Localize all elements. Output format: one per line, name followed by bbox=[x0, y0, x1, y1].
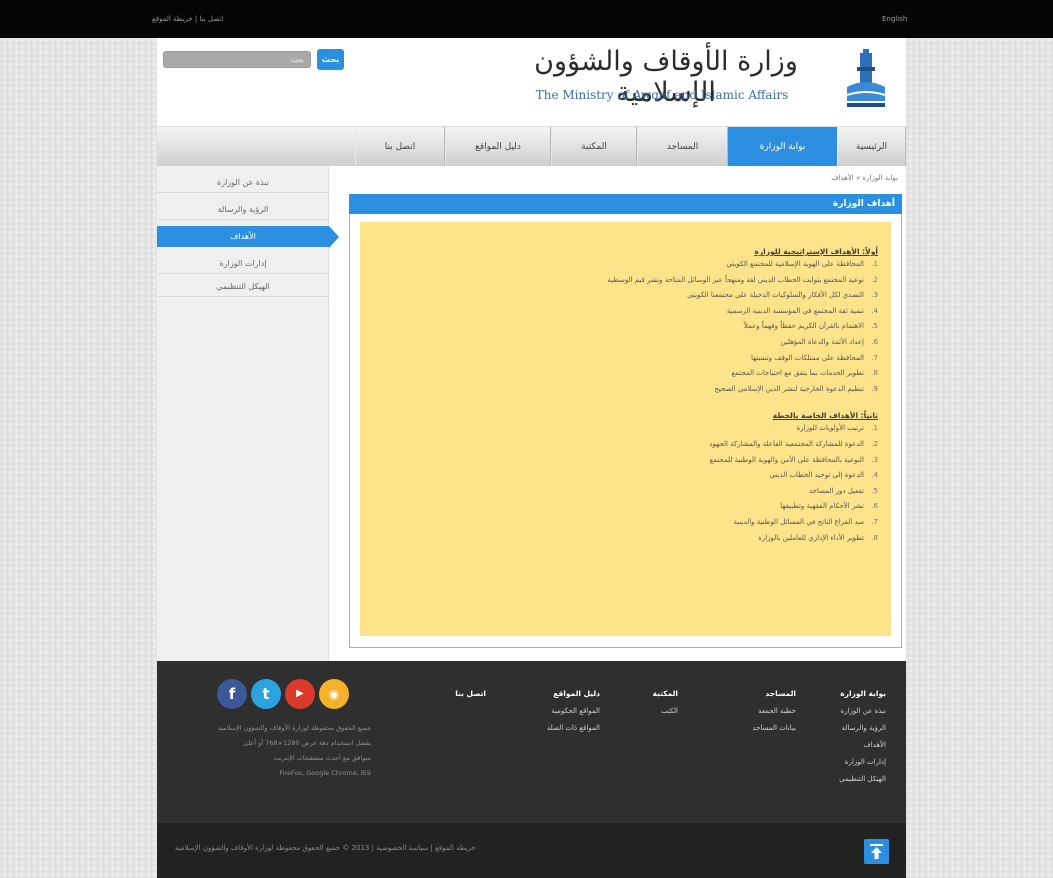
top-bar: اتصل بنا | خريطة الموقع English bbox=[0, 0, 1053, 38]
facebook-icon[interactable]: f bbox=[217, 679, 247, 709]
goal-item: 1.ترتيب الأولويات للوزارة bbox=[796, 424, 878, 433]
footer-link[interactable]: نبذة عن الوزارة bbox=[839, 707, 886, 715]
footer-col-contact: اتصل بنا bbox=[455, 689, 486, 707]
main-nav: الرئيسية بوابة الوزارة المساجد المكتبة د… bbox=[157, 126, 906, 167]
goal-item: 8.تطوير الخدمات بما يتفق مع احتياجات الم… bbox=[731, 369, 878, 378]
site-header: بحث بحث وزارة الأوقاف والشؤون الإسلامية … bbox=[157, 38, 906, 126]
goal-item: 5.الاهتمام بالقرآن الكريم حفظاً وفهماً و… bbox=[743, 322, 878, 331]
footer-link[interactable]: المواقع الحكومية bbox=[547, 707, 600, 715]
goal-item: 9.تنظيم الدعوة الخارجية لنشر الدين الإسل… bbox=[714, 384, 878, 393]
footer-link[interactable]: المواقع ذات الصلة bbox=[547, 724, 600, 732]
goals-box: أولاً: الأهداف الإستراتيجية للوزارة 1.ال… bbox=[349, 214, 902, 648]
footer-link[interactable]: إدارات الوزارة bbox=[839, 758, 886, 766]
copyright-text: خريطة الموقع | سياسة الخصوصية | 2013 © ج… bbox=[175, 844, 476, 852]
nav-mosques[interactable]: المساجد bbox=[637, 127, 728, 167]
section-title-plan: ثانياً: الأهداف الخاصة بالخطة bbox=[772, 411, 878, 421]
breadcrumb[interactable]: بوابة الوزارة « الأهداف bbox=[831, 174, 898, 182]
goals-panel: أولاً: الأهداف الإستراتيجية للوزارة 1.ال… bbox=[360, 222, 891, 636]
footer-heading[interactable]: اتصل بنا bbox=[455, 689, 486, 698]
goal-item: 7.سد الفراغ الناتج في المسائل الوطنية وا… bbox=[733, 517, 878, 526]
back-to-top-icon[interactable] bbox=[864, 839, 889, 864]
footer-heading[interactable]: المساجد bbox=[752, 689, 796, 698]
nav-home[interactable]: الرئيسية bbox=[837, 127, 906, 167]
site-footer: بوابة الوزارة نبذة عن الوزارة الرؤية وال… bbox=[157, 661, 906, 823]
goal-item: 6.نشر الأحكام الفقهية وتطبيقها bbox=[780, 502, 878, 511]
section-title-strategic: أولاً: الأهداف الإستراتيجية للوزارة bbox=[754, 247, 878, 256]
footer-heading[interactable]: بوابة الوزارة bbox=[839, 689, 886, 698]
footer-link[interactable]: الهيكل التنظيمي bbox=[839, 775, 886, 783]
logo-english-text: The Ministry of Awqaf and Islamic Affair… bbox=[535, 88, 789, 102]
main-content: نبذة عن الوزارة الرؤية والرسالة الأهداف … bbox=[157, 166, 906, 661]
nav-library[interactable]: المكتبة bbox=[551, 127, 637, 167]
goal-item: 3.التوعية بالمحافظة على الأمن والهوية ال… bbox=[709, 455, 878, 464]
footer-col-directory: دليل المواقع المواقع الحكومية المواقع ذا… bbox=[547, 689, 600, 741]
goal-item: 6.إعداد الأئمة والدعاة المؤهلين bbox=[780, 337, 878, 346]
rss-icon[interactable]: ◉ bbox=[319, 679, 349, 709]
language-link[interactable]: English bbox=[882, 15, 907, 23]
goal-item: 4.تنمية ثقة المجتمع في المؤسسة الدينية ا… bbox=[726, 306, 878, 315]
footer-link[interactable]: خطبة الجمعة bbox=[752, 707, 796, 715]
footer-link[interactable]: الأهداف bbox=[839, 741, 886, 749]
sidebar-item-structure[interactable]: الهيكل التنظيمي bbox=[157, 276, 329, 297]
twitter-icon[interactable]: t bbox=[251, 679, 281, 709]
sidebar: نبذة عن الوزارة الرؤية والرسالة الأهداف … bbox=[157, 166, 329, 661]
nav-ministry[interactable]: بوابة الوزارة bbox=[728, 127, 837, 167]
top-links[interactable]: اتصل بنا | خريطة الموقع bbox=[152, 15, 223, 23]
footer-note: جميع الحقوق محفوظة لوزارة الأوقاف والشؤو… bbox=[217, 724, 371, 777]
footer-link[interactable]: الرؤية والرسالة bbox=[839, 724, 886, 732]
footer-col-mosques: المساجد خطبة الجمعة بيانات المساجد bbox=[752, 689, 796, 741]
sidebar-item-about[interactable]: نبذة عن الوزارة bbox=[157, 172, 329, 193]
page-wrapper: بحث بحث وزارة الأوقاف والشؤون الإسلامية … bbox=[157, 38, 906, 878]
goal-item: 3.التصدي لكل الأفكار والسلوكيات الدخيلة … bbox=[687, 291, 878, 300]
sidebar-active-arrow bbox=[329, 226, 339, 248]
goal-item: 5.تفعيل دور المساجد bbox=[808, 486, 878, 495]
page-title: أهداف الوزارة bbox=[349, 194, 902, 214]
footer-link[interactable]: بيانات المساجد bbox=[752, 724, 796, 732]
sidebar-item-departments[interactable]: إدارات الوزارة bbox=[157, 253, 329, 274]
goal-item: 2.توعية المجتمع بثوابت الخطاب الديني لغة… bbox=[607, 275, 878, 284]
social-icons: f t ▶ ◉ bbox=[217, 679, 352, 709]
sidebar-item-goals[interactable]: الأهداف bbox=[157, 226, 329, 247]
goal-item: 4.الدعوة إلى توحيد الخطاب الديني bbox=[769, 471, 878, 480]
nav-directory[interactable]: دليل المواقع bbox=[445, 127, 551, 167]
footer-heading[interactable]: دليل المواقع bbox=[547, 689, 600, 698]
footer-heading[interactable]: المكتبة bbox=[653, 689, 678, 698]
ministry-logo-icon bbox=[846, 49, 886, 107]
sidebar-item-vision[interactable]: الرؤية والرسالة bbox=[157, 199, 329, 220]
footer-link[interactable]: الكتب bbox=[653, 707, 678, 715]
nav-contact[interactable]: اتصل بنا bbox=[355, 127, 445, 167]
goal-item: 2.الدعوة للمشاركة المجتمعية الفاعلة والم… bbox=[709, 439, 878, 448]
goal-item: 1.المحافظة على الهوية الإسلامية للمجتمع … bbox=[726, 260, 878, 268]
youtube-icon[interactable]: ▶ bbox=[285, 679, 315, 709]
footer-bottom-bar: خريطة الموقع | سياسة الخصوصية | 2013 © ج… bbox=[157, 823, 906, 878]
goal-item: 8.تطوير الأداء الإداري للعاملين بالوزارة bbox=[758, 533, 878, 542]
search-input[interactable]: بحث bbox=[163, 51, 311, 68]
goal-item: 7.المحافظة على ممتلكات الوقف وتنميتها bbox=[750, 353, 878, 362]
search-button[interactable]: بحث bbox=[317, 49, 344, 70]
footer-col-ministry: بوابة الوزارة نبذة عن الوزارة الرؤية وال… bbox=[839, 689, 886, 792]
footer-col-library: المكتبة الكتب bbox=[653, 689, 678, 724]
